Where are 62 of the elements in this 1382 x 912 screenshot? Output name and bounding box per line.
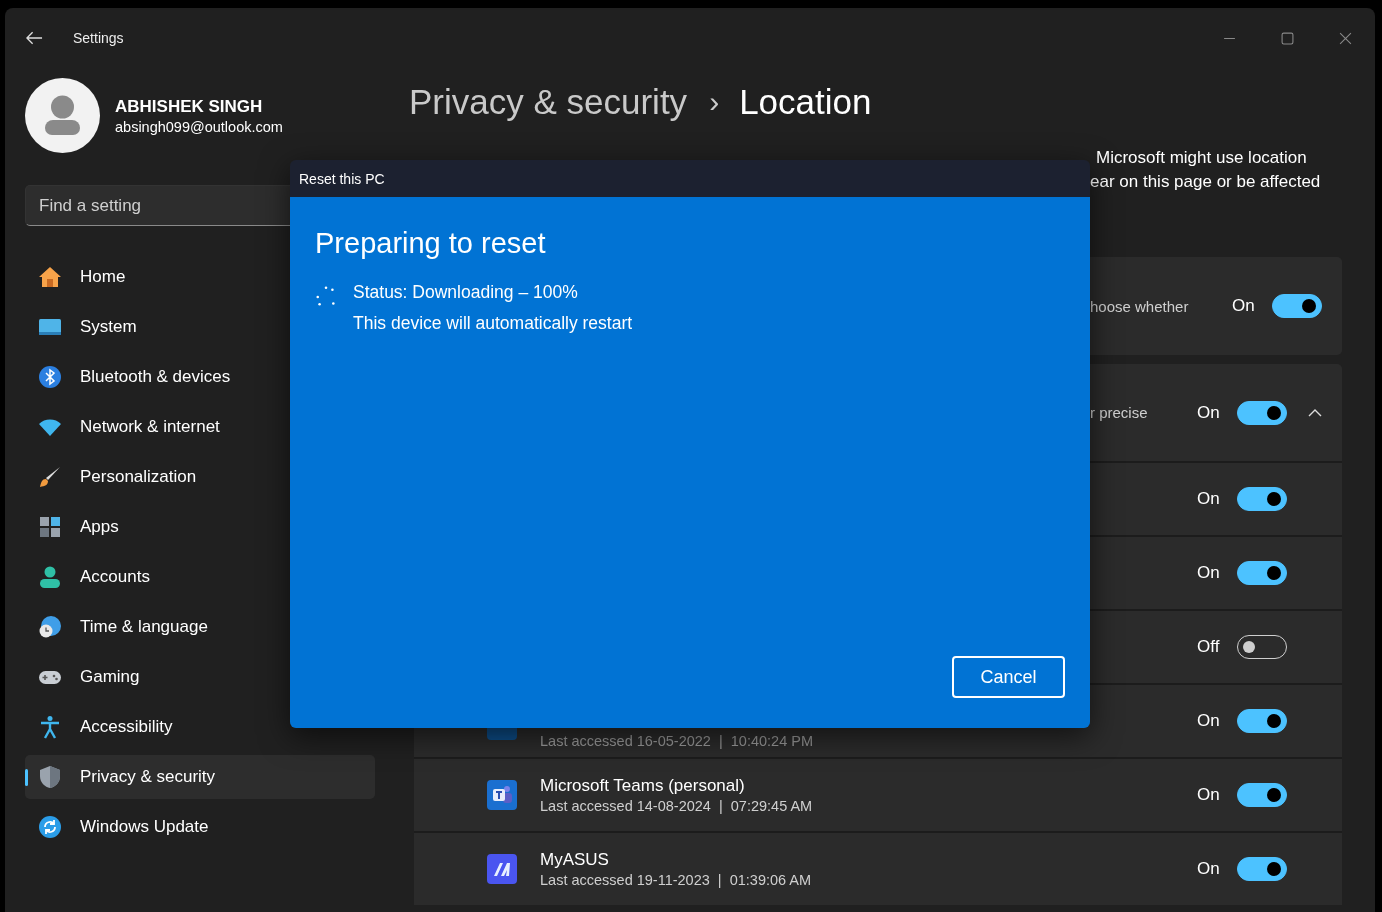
cancel-button[interactable]: Cancel: [952, 656, 1065, 698]
last-accessed-text: Last accessed 19-11-2023 | 01:39:06 AM: [540, 872, 813, 888]
toggle-state: On: [1197, 489, 1221, 509]
nav-item[interactable]: Personalization: [25, 455, 375, 499]
restart-notice: This device will automatically restart: [353, 313, 633, 334]
description-text: Microsoft might use location: [1096, 147, 1308, 169]
app-logo-icon: [487, 854, 517, 884]
time-icon: [38, 615, 62, 639]
toggle-state: On: [1197, 402, 1221, 423]
setting-description: hoose whether: [1089, 297, 1190, 315]
shield-icon: [38, 765, 62, 789]
setting-description: r precise: [1089, 404, 1149, 421]
nav-item[interactable]: Time & language: [25, 605, 375, 649]
bluetooth-icon: [38, 365, 62, 389]
nav-item[interactable]: Apps: [25, 505, 375, 549]
maximize-icon[interactable]: [1281, 31, 1294, 45]
dialog-heading: Preparing to reset: [315, 227, 547, 260]
update-icon: [38, 815, 62, 839]
chevron-icon[interactable]: [1307, 408, 1322, 417]
nav-item[interactable]: Accessibility: [25, 705, 375, 749]
toggle-state: On: [1197, 785, 1221, 805]
last-accessed-text: Last accessed 14-08-2024 | 07:29:45 AM: [540, 798, 814, 814]
nav-item[interactable]: Gaming: [25, 655, 375, 699]
teams-icon: [487, 780, 517, 810]
home-icon: [38, 265, 62, 289]
avatar-icon[interactable]: [25, 78, 100, 153]
toggle-switch[interactable]: [1237, 400, 1287, 425]
apps-icon: [38, 515, 62, 539]
close-icon[interactable]: [1339, 31, 1352, 45]
toggle-state: On: [1197, 859, 1221, 879]
window-title: Settings: [73, 30, 124, 46]
brush-icon: [38, 465, 62, 489]
toggle-state: On: [1232, 296, 1256, 316]
toggle-switch[interactable]: [1237, 709, 1287, 733]
toggle-switch[interactable]: [1237, 783, 1287, 807]
nav-item[interactable]: Accounts: [25, 555, 375, 599]
dialog-title: Reset this PC: [299, 170, 385, 187]
accessibility-icon: [38, 715, 62, 739]
nav-item[interactable]: Bluetooth & devices: [25, 355, 375, 399]
nav-item[interactable]: Network & internet: [25, 405, 375, 449]
back-arrow-icon[interactable]: [26, 31, 43, 45]
app-name: MyASUS: [540, 850, 610, 870]
last-accessed-text: Last accessed 16-05-2022 | 10:40:24 PM: [540, 733, 814, 749]
spinner-icon: [315, 286, 337, 308]
toggle-switch[interactable]: [1272, 294, 1322, 318]
nav-item[interactable]: Privacy & security: [25, 755, 375, 799]
toggle-state: Off: [1197, 637, 1221, 657]
user-name: ABHISHEK SINGH: [115, 96, 264, 117]
status-text: Status: Downloading – 100%: [353, 282, 579, 303]
accounts-icon: [38, 565, 62, 589]
description-text: ear on this page or be affected: [1090, 171, 1322, 193]
toggle-switch[interactable]: [1237, 857, 1287, 881]
breadcrumb-link[interactable]: Privacy & security: [409, 82, 688, 122]
app-name: Microsoft Teams (personal): [540, 776, 746, 796]
toggle-switch[interactable]: [1237, 487, 1287, 511]
breadcrumb-separator: ›: [709, 85, 720, 119]
toggle-switch[interactable]: [1237, 561, 1287, 585]
toggle-state: On: [1197, 563, 1221, 583]
page-title: Location: [739, 82, 872, 122]
toggle-state: On: [1197, 711, 1221, 731]
user-email: absingh099@outlook.com: [115, 118, 283, 135]
nav-item[interactable]: Windows Update: [25, 805, 375, 849]
